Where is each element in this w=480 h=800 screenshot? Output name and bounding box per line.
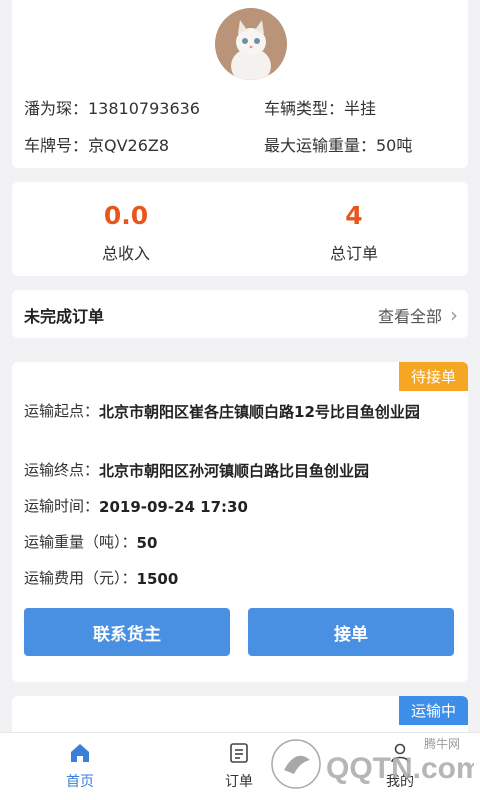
section-title: 未完成订单 (24, 307, 105, 326)
fee-label: 运输费用（元）： (24, 569, 137, 587)
stats-card: 0.0 总收入 4 总订单 (12, 182, 468, 276)
view-all-link[interactable]: 查看全部 › (378, 303, 458, 327)
weight-label: 运输重量（吨）： (24, 533, 137, 551)
time-label: 运输时间： (24, 497, 100, 515)
order-card[interactable]: 待接单 运输起点： 北京市朝阳区崔各庄镇顺白路12号比目鱼创业园 运输终点： 北… (12, 362, 468, 682)
orders-stat[interactable]: 4 总订单 (240, 200, 468, 264)
home-icon (71, 744, 89, 762)
status-badge: 待接单 (398, 362, 468, 391)
plate-number: 车牌号：京QV26Z8 (24, 136, 170, 155)
driver-name-phone: 潘为琛：13810793636 (24, 99, 200, 118)
contact-shipper-button[interactable]: 联系货主 (24, 608, 230, 656)
status-badge: 运输中 (398, 696, 468, 725)
orders-label: 总订单 (329, 244, 378, 263)
watermark-logo: QQTN.com 腾牛网 (264, 730, 480, 794)
weight-row: 运输重量（吨）： 50 (24, 531, 157, 555)
tab-orders-label: 订单 (225, 774, 253, 790)
time-row: 运输时间： 2019-09-24 17:30 (24, 495, 248, 519)
origin-value: 北京市朝阳区崔各庄镇顺白路12号比目鱼创业园 (99, 403, 420, 421)
origin-label: 运输起点： (24, 402, 100, 420)
income-stat[interactable]: 0.0 总收入 (12, 200, 240, 264)
view-all-label: 查看全部 (377, 307, 442, 326)
income-label: 总收入 (101, 244, 150, 263)
destination-value: 北京市朝阳区孙河镇顺白路比目鱼创业园 (99, 462, 370, 480)
fee-value: 1500 (136, 570, 179, 588)
weight-value: 50 (136, 534, 158, 552)
max-weight: 最大运输重量：50吨 (264, 136, 413, 155)
destination-row: 运输终点： 北京市朝阳区孙河镇顺白路比目鱼创业园 (24, 459, 369, 483)
chevron-right-icon: › (450, 303, 458, 327)
tab-home-label: 首页 (66, 774, 94, 790)
profile-card: 潘为琛：13810793636 车辆类型：半挂 车牌号：京QV26Z8 最大运输… (12, 0, 468, 168)
vehicle-type: 车辆类型：半挂 (264, 99, 377, 118)
destination-label: 运输终点： (24, 461, 100, 479)
time-value: 2019-09-24 17:30 (99, 498, 248, 516)
watermark-site: 腾牛网 (424, 736, 460, 751)
pending-orders-header: 未完成订单 查看全部 › (12, 290, 468, 338)
orders-icon (230, 743, 248, 763)
income-value: 0.0 (103, 201, 149, 230)
watermark-brand: QQTN.com (326, 752, 474, 785)
fee-row: 运输费用（元）： 1500 (24, 567, 178, 591)
avatar[interactable] (215, 8, 287, 80)
origin-row: 运输起点： 北京市朝阳区崔各庄镇顺白路12号比目鱼创业园 (24, 400, 454, 424)
bottom-tab-bar: 首页 订单 我的 QQTN.com 腾牛网 (0, 732, 480, 800)
orders-value: 4 (345, 201, 363, 230)
tab-home[interactable]: 首页 (40, 741, 120, 791)
accept-order-button[interactable]: 接单 (248, 608, 454, 656)
